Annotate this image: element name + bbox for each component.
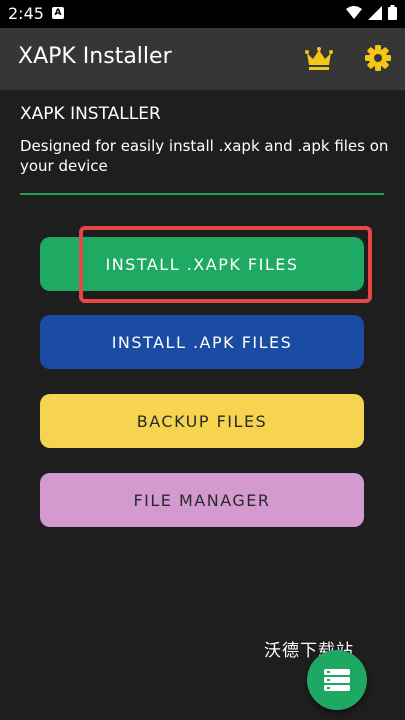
app-description: Designed for easily install .xapk and .a… — [20, 137, 389, 175]
signal-icon — [368, 5, 382, 20]
divider — [20, 193, 384, 195]
battery-icon — [388, 5, 397, 20]
app-bar: XAPK Installer — [0, 28, 405, 90]
list-icon — [324, 669, 350, 691]
a-badge-icon: A — [52, 7, 64, 19]
gear-icon — [365, 45, 391, 71]
settings-button[interactable] — [364, 44, 392, 72]
highlight-annotation-box — [79, 226, 372, 303]
file-manager-button[interactable]: FILE MANAGER — [40, 473, 364, 527]
section-heading: XAPK INSTALLER — [20, 104, 161, 124]
wifi-icon — [346, 5, 362, 19]
status-icons — [346, 5, 397, 20]
premium-button[interactable] — [304, 46, 334, 72]
menu-fab-button[interactable] — [307, 650, 367, 710]
backup-files-button[interactable]: BACKUP FILES — [40, 394, 364, 448]
crown-icon — [305, 47, 333, 70]
status-time: 2:45 — [8, 4, 44, 23]
install-apk-button[interactable]: INSTALL .APK FILES — [40, 315, 364, 369]
status-bar: 2:45 A — [0, 0, 405, 28]
app-title: XAPK Installer — [18, 44, 172, 69]
